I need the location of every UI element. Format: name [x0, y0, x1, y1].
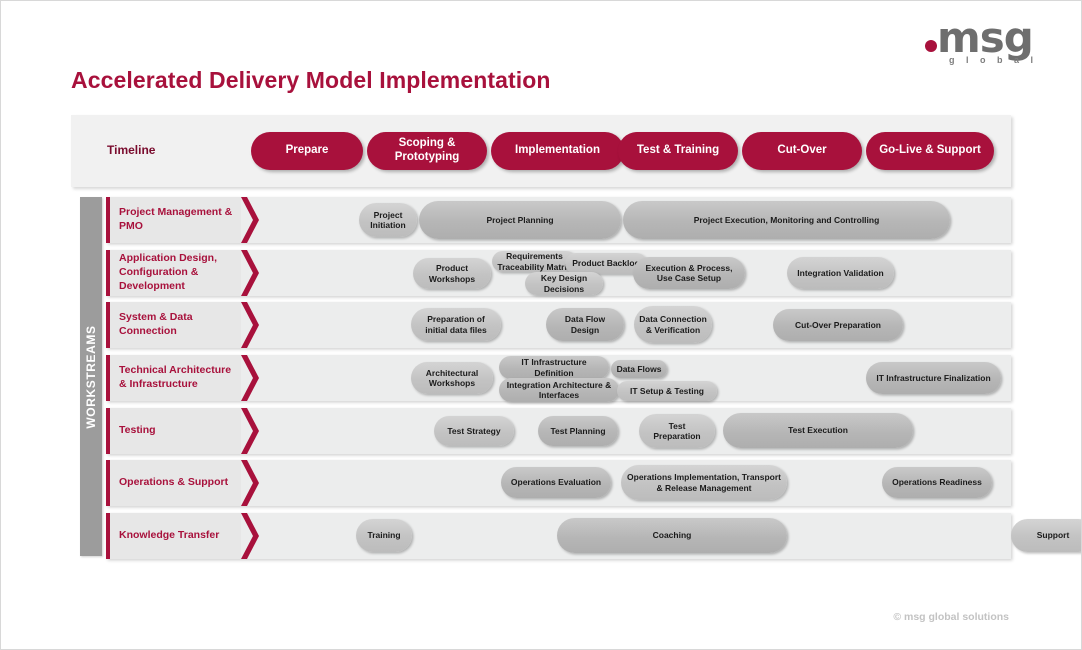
workstream-row: System & Data Connection Preparation of i… [106, 302, 1011, 348]
chevron-right-icon [241, 302, 261, 348]
msg-global-logo: msg g l o b a l [919, 13, 1039, 67]
activity-pill[interactable]: IT Infrastructure Definition [499, 356, 609, 379]
timeline-band: Timeline Prepare Scoping & Prototyping Imp… [71, 115, 1011, 187]
workstream-row: Testing Test Strategy Test Planning Test Pr… [106, 408, 1011, 454]
activity-pill[interactable]: Preparation of initial data files [411, 308, 501, 341]
activity-pill[interactable]: Integration Architecture & Interfaces [499, 378, 619, 402]
activity-pill[interactable]: Key Design Decisions [525, 272, 603, 295]
chevron-right-icon [241, 250, 261, 296]
workstream-activity-track: Test Strategy Test Planning Test Preparati… [261, 408, 1011, 454]
chevron-right-icon [241, 355, 261, 401]
activity-pill[interactable]: Cut-Over Preparation [773, 309, 903, 341]
activity-pill[interactable]: Test Strategy [434, 416, 514, 446]
slide-canvas: msg g l o b a l Accelerated Delivery Mod… [0, 0, 1082, 650]
activity-pill[interactable]: Test Preparation [639, 414, 715, 448]
logo-subtext: g l o b a l [949, 55, 1038, 65]
activity-pill[interactable]: Data Flows [611, 360, 667, 378]
activity-pill[interactable]: IT Infrastructure Finalization [866, 362, 1001, 394]
page-title: Accelerated Delivery Model Implementatio… [71, 67, 551, 93]
activity-pill[interactable]: Data Flow Design [546, 308, 624, 341]
timeline-phase[interactable]: Implementation [491, 132, 624, 170]
workstream-activity-track: Project Initiation Project Planning Projec… [261, 197, 1011, 243]
workstream-activity-track: Operations Evaluation Operations Implemen… [261, 460, 1011, 506]
activity-pill[interactable]: Execution & Process, Use Case Setup [633, 257, 745, 289]
workstream-activity-track: Product Workshops Requirements Traceabili… [261, 250, 1011, 296]
workstream-row: Application Design, Configuration & Deve… [106, 250, 1011, 296]
workstream-row-label: Application Design, Configuration & Deve… [106, 250, 241, 296]
workstream-row-label: Technical Architecture & Infrastructure [106, 355, 241, 401]
timeline-phase[interactable]: Prepare [251, 132, 363, 170]
workstream-row-label: Project Management & PMO [106, 197, 241, 243]
footer-copyright: © msg global solutions [893, 611, 1009, 623]
activity-pill[interactable]: Training [356, 519, 412, 552]
activity-pill[interactable]: Project Planning [419, 201, 621, 239]
activity-pill[interactable]: Operations Readiness [882, 467, 992, 498]
workstream-activity-track: Preparation of initial data files Data Fl… [261, 302, 1011, 348]
timeline-phase[interactable]: Cut-Over [742, 132, 862, 170]
activity-pill[interactable]: Operations Implementation, Transport & R… [621, 465, 787, 500]
activity-pill[interactable]: Data Connection & Verification [634, 306, 712, 343]
logo-dot-icon [925, 40, 937, 52]
chevron-right-icon [241, 513, 261, 559]
workstream-row-label: Operations & Support [106, 460, 241, 506]
chevron-right-icon [241, 197, 261, 243]
workstream-row-label: Knowledge Transfer [106, 513, 241, 559]
workstream-activity-track: Architectural Workshops IT Infrastructure… [261, 355, 1011, 402]
activity-pill[interactable]: Architectural Workshops [411, 362, 493, 394]
chevron-right-icon [241, 460, 261, 506]
timeline-phase[interactable]: Scoping & Prototyping [367, 132, 487, 170]
logo-wordmark: msg [937, 13, 1034, 62]
activity-pill[interactable]: Test Planning [538, 416, 618, 446]
chevron-right-icon [241, 408, 261, 454]
timeline-phase[interactable]: Test & Training [618, 132, 738, 170]
activity-pill[interactable]: IT Setup & Testing [617, 381, 717, 401]
workstreams-axis-label: WORKSTREAMS [80, 197, 102, 556]
workstream-row: Technical Architecture & Infrastructure A… [106, 355, 1011, 402]
activity-pill[interactable]: Integration Validation [787, 257, 894, 289]
workstream-row-label: System & Data Connection [106, 302, 241, 348]
workstream-row-label: Testing [106, 408, 241, 454]
activity-pill[interactable]: Product Workshops [413, 258, 491, 289]
timeline-phase[interactable]: Go-Live & Support [866, 132, 994, 170]
activity-pill[interactable]: Operations Evaluation [501, 467, 611, 498]
activity-pill[interactable]: Support [1011, 519, 1081, 552]
activity-pill[interactable]: Project Initiation [359, 203, 417, 237]
activity-pill[interactable]: Test Execution [723, 413, 913, 448]
activity-pill[interactable]: Project Execution, Monitoring and Contro… [623, 201, 950, 239]
workstream-row: Knowledge Transfer Training Coaching Suppor… [106, 513, 1081, 559]
workstream-activity-track: Training Coaching Support [261, 513, 1081, 559]
workstream-row: Project Management & PMO Project Initiati… [106, 197, 1011, 243]
workstream-row: Operations & Support Operations Evaluatio… [106, 460, 1011, 506]
timeline-label: Timeline [107, 143, 156, 157]
activity-pill[interactable]: Coaching [557, 518, 787, 553]
workstreams-text: WORKSTREAMS [84, 324, 98, 429]
